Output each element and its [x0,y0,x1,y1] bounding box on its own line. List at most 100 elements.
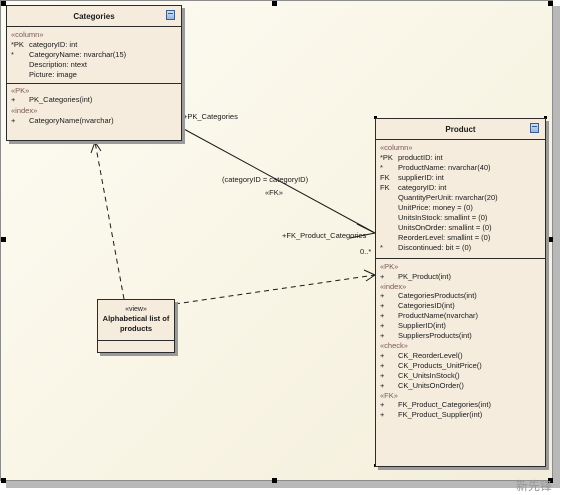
member-row[interactable]: + PK_Product(int) [380,272,541,282]
member-text: ProductName(nvarchar) [398,311,479,320]
member-row[interactable]: UnitPrice: money = (0) [380,203,541,213]
member-prefix: + [380,331,385,340]
member-row[interactable]: + FK_Product_Supplier(int) [380,410,541,420]
member-prefix: + [380,410,385,419]
member-text: FK_Product_Supplier(int) [398,410,483,419]
member-text: CategoriesProducts(int) [398,291,477,300]
column-list: *PK productID: int * ProductName: nvarchar(… [380,153,541,253]
member-text: CategoryName: nvarchar(15) [29,49,127,59]
member-text: CK_Products_UnitPrice() [398,360,482,370]
member-text: PK_Product(int) [398,271,451,281]
stereotype-label: «FK» [380,390,398,400]
member-prefix: + [380,400,385,409]
member-text: CK_UnitsInStock() [398,370,460,380]
multiplicity-target: 0..* [360,247,372,256]
member-row[interactable]: UnitsOnOrder: smallint = (0) [380,223,541,233]
stereotype-label: «column» [380,143,413,152]
stereotype-label: «check» [380,341,408,350]
role-pk-categories: +PK_Categories [183,112,238,121]
member-prefix: + [380,380,385,390]
member-text: QuantityPerUnit: nvarchar(20) [398,192,498,202]
view-title-line1: Alphabetical list of [102,314,170,323]
member-text: SupplierID(int) [398,321,446,330]
member-prefix: *PK [11,39,24,49]
index-list: + CategoriesProducts(int) + CategoriesID(in… [380,291,541,341]
member-prefix: FK [380,182,390,192]
member-row[interactable]: + CategoriesProducts(int) [380,291,541,301]
stereotype-label: «column» [11,30,44,39]
member-row[interactable]: FK categoryID: int [380,183,541,193]
member-prefix: + [380,301,385,310]
product-table[interactable]: Product «column» *PK productID: int * Produ… [375,118,546,467]
member-text: ReorderLevel: smallint = (0) [398,232,491,242]
member-prefix [380,213,398,223]
member-text: CK_UnitsOnOrder() [398,380,464,390]
member-row[interactable]: * CategoryName: nvarchar(15) [11,50,177,60]
member-prefix: + [380,321,385,330]
member-prefix [380,193,398,203]
member-row[interactable]: + SupplierID(int) [380,321,541,331]
pk-list: + PK_Product(int) [380,272,541,282]
member-row[interactable]: + SuppliersProducts(int) [380,331,541,341]
view-title-line2: products [119,324,153,333]
member-row[interactable]: Description: ntext [11,60,177,70]
view-divider [98,340,174,341]
watermark: 新先锋 [515,479,552,493]
table-icon [166,10,175,20]
member-prefix [11,60,29,70]
member-row[interactable]: Picture: image [11,70,177,80]
member-prefix: * [380,242,383,252]
member-row[interactable]: * ProductName: nvarchar(40) [380,163,541,173]
member-prefix: + [11,95,16,104]
member-prefix: FK [380,172,390,182]
pk-section: «PK» + PK_Categories(int) «index» + Catego… [7,82,181,129]
role-fk-product-categories: +FK_Product_Categories [282,231,367,240]
member-row[interactable]: + CK_ReorderLevel() [380,351,541,361]
member-row[interactable]: ReorderLevel: smallint = (0) [380,233,541,243]
stereotype-label: «PK» [11,85,30,95]
member-text: Picture: image [29,69,77,79]
relation-stereotype: «FK» [265,188,283,197]
member-prefix: * [380,162,383,172]
categories-title-bar: Categories [7,6,181,26]
member-prefix [380,233,398,243]
member-row[interactable]: + CK_Products_UnitPrice() [380,361,541,371]
member-row[interactable]: + ProductName(nvarchar) [380,311,541,321]
fk-list: + FK_Product_Categories(int) + FK_Product_S… [380,400,541,420]
relation-condition: (categoryID = categoryID) [222,175,309,184]
product-title-bar: Product [376,119,545,139]
member-row[interactable]: *PK productID: int [380,153,541,163]
index-list: + CategoryName(nvarchar) [11,116,177,126]
member-row[interactable]: + PK_Categories(int) [11,95,177,105]
operations-section: «PK» + PK_Product(int) «index» + Categorie… [376,258,545,423]
member-row[interactable]: + CK_UnitsInStock() [380,371,541,381]
member-text: CategoriesID(int) [398,301,455,310]
member-row[interactable]: *PK categoryID: int [11,40,177,50]
member-prefix: *PK [380,152,393,162]
view-dependency-product[interactable] [174,274,376,305]
categories-table[interactable]: Categories «column» *PK categoryID: int * C… [6,5,182,141]
member-row[interactable]: + CK_UnitsOnOrder() [380,381,541,391]
member-prefix: + [11,115,16,125]
member-row[interactable]: QuantityPerUnit: nvarchar(20) [380,193,541,203]
stereotype-label: «index» [380,281,407,291]
member-text: productID: int [398,152,443,162]
table-icon [530,123,539,133]
member-prefix: + [380,291,385,300]
member-row[interactable]: + CategoriesID(int) [380,301,541,311]
member-row[interactable]: FK supplierID: int [380,173,541,183]
member-text: Discontinued: bit = (0) [398,242,472,252]
member-row[interactable]: * Discontinued: bit = (0) [380,243,541,253]
check-list: + CK_ReorderLevel() + CK_Products_UnitPrice… [380,351,541,391]
member-prefix [380,203,398,213]
view-dependency-categories[interactable] [94,141,125,300]
member-text: supplierID: int [398,172,444,182]
member-text: categoryID: int [29,39,78,49]
member-row[interactable]: UnitsInStock: smallint = (0) [380,213,541,223]
member-row[interactable]: + CategoryName(nvarchar) [11,116,177,126]
view-element[interactable]: «view» Alphabetical list of products [97,299,175,353]
member-text: SuppliersProducts(int) [398,331,472,340]
member-row[interactable]: + FK_Product_Categories(int) [380,400,541,410]
pk-list: + PK_Categories(int) [11,95,177,105]
columns-section: «column» *PK productID: int * ProductName: … [376,139,545,258]
